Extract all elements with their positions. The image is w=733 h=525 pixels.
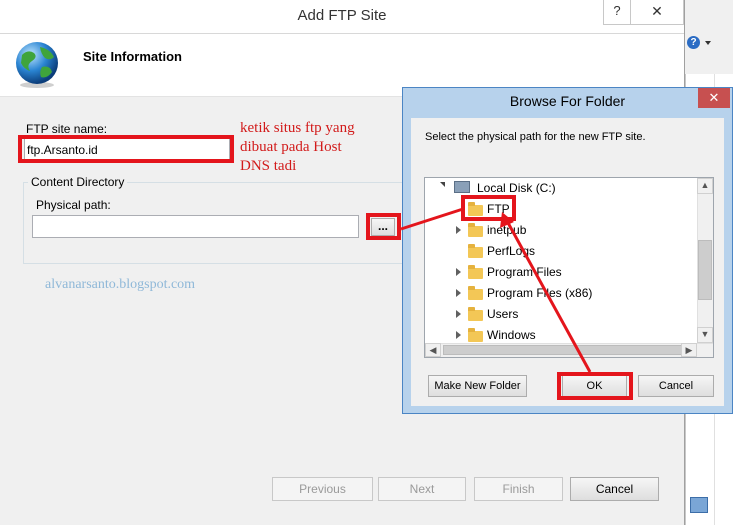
arrow-head-icon: [500, 212, 514, 228]
arrow-browse-to-ftp: [400, 207, 464, 231]
annotation-arrows: [400, 207, 592, 373]
arrow-ok-to-ftp: [505, 220, 592, 373]
